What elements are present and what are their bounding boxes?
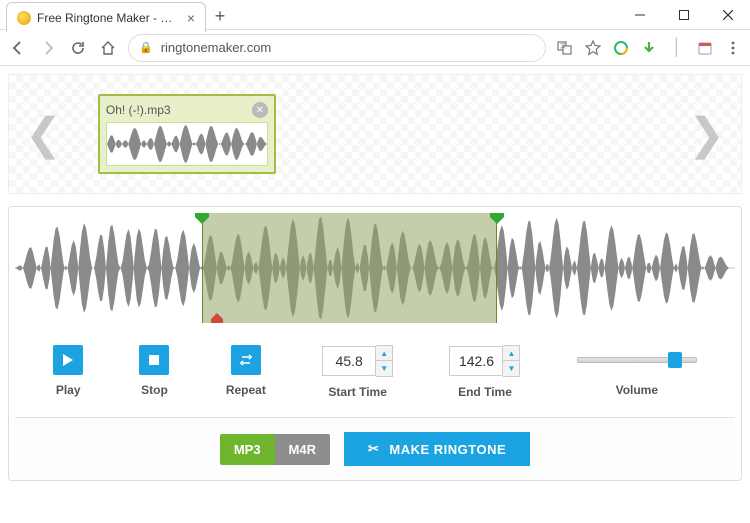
nav-back-button[interactable] xyxy=(8,38,28,58)
playhead-marker[interactable] xyxy=(211,313,223,323)
end-time-input[interactable]: ▲▼ xyxy=(449,345,520,377)
carousel-prev-button[interactable]: ❮ xyxy=(19,109,68,160)
play-label: Play xyxy=(56,383,81,397)
download-arrow-icon[interactable] xyxy=(640,39,658,57)
controls-row: Play Stop Repeat ▲▼ Start Time ▲▼ xyxy=(15,323,735,417)
waveform-area[interactable] xyxy=(15,213,735,323)
file-name: Oh! (-!).mp3 xyxy=(106,103,171,117)
volume-label: Volume xyxy=(616,383,658,397)
translate-icon[interactable]: 文 xyxy=(556,39,574,57)
browser-menu-button[interactable] xyxy=(724,39,742,57)
favicon xyxy=(17,11,31,25)
bookmark-star-icon[interactable] xyxy=(584,39,602,57)
file-carousel: ❮ Oh! (-!).mp3 ✕ ❯ xyxy=(8,74,742,194)
window-titlebar: Free Ringtone Maker - Make Yo × + xyxy=(0,0,750,30)
format-mp3-button[interactable]: MP3 xyxy=(220,434,275,465)
window-maximize-button[interactable] xyxy=(662,0,706,29)
format-m4r-button[interactable]: M4R xyxy=(275,434,330,465)
carousel-next-button[interactable]: ❯ xyxy=(682,109,731,160)
divider: │ xyxy=(668,39,686,57)
selection-region[interactable] xyxy=(202,213,497,323)
repeat-button[interactable] xyxy=(231,345,261,375)
lock-icon: 🔒 xyxy=(139,41,153,54)
file-card[interactable]: Oh! (-!).mp3 ✕ xyxy=(98,94,276,174)
volume-thumb[interactable] xyxy=(668,352,682,368)
nav-reload-button[interactable] xyxy=(68,38,88,58)
nav-forward-button[interactable] xyxy=(38,38,58,58)
stop-button[interactable] xyxy=(139,345,169,375)
output-bar: MP3 M4R ✂ MAKE RINGTONE xyxy=(15,417,735,480)
window-minimize-button[interactable] xyxy=(618,0,662,29)
url-text: ringtonemaker.com xyxy=(161,40,272,55)
tab-close-icon[interactable]: × xyxy=(187,10,195,26)
end-time-down[interactable]: ▼ xyxy=(503,361,519,376)
address-bar: 🔒 ringtonemaker.com 文 │ xyxy=(0,30,750,66)
file-remove-button[interactable]: ✕ xyxy=(252,102,268,118)
repeat-label: Repeat xyxy=(226,383,266,397)
start-time-down[interactable]: ▼ xyxy=(376,361,392,376)
selection-start-handle[interactable] xyxy=(195,213,209,224)
scissors-icon: ✂ xyxy=(368,441,379,457)
make-ringtone-label: MAKE RINGTONE xyxy=(389,442,506,457)
url-box[interactable]: 🔒 ringtonemaker.com xyxy=(128,34,546,62)
browser-tab[interactable]: Free Ringtone Maker - Make Yo × xyxy=(6,2,206,32)
end-time-up[interactable]: ▲ xyxy=(503,346,519,361)
start-time-label: Start Time xyxy=(328,385,386,399)
end-time-field[interactable] xyxy=(449,346,503,376)
start-time-input[interactable]: ▲▼ xyxy=(322,345,393,377)
svg-text:文: 文 xyxy=(560,42,566,50)
window-controls xyxy=(618,0,750,29)
start-time-up[interactable]: ▲ xyxy=(376,346,392,361)
extension-circle-icon[interactable] xyxy=(612,39,630,57)
volume-slider[interactable] xyxy=(577,345,697,375)
start-time-field[interactable] xyxy=(322,346,376,376)
window-close-button[interactable] xyxy=(706,0,750,29)
play-button[interactable] xyxy=(53,345,83,375)
editor-panel: Play Stop Repeat ▲▼ Start Time ▲▼ xyxy=(8,206,742,481)
tab-title: Free Ringtone Maker - Make Yo xyxy=(37,11,179,25)
stop-label: Stop xyxy=(141,383,168,397)
end-time-label: End Time xyxy=(458,385,512,399)
new-tab-button[interactable]: + xyxy=(206,2,234,30)
file-thumbnail-waveform xyxy=(106,122,268,166)
nav-home-button[interactable] xyxy=(98,38,118,58)
page-content: ❮ Oh! (-!).mp3 ✕ ❯ Play xyxy=(0,66,750,489)
format-toggle: MP3 M4R xyxy=(220,434,330,465)
extension-calendar-icon[interactable] xyxy=(696,39,714,57)
selection-end-handle[interactable] xyxy=(490,213,504,224)
make-ringtone-button[interactable]: ✂ MAKE RINGTONE xyxy=(344,432,530,466)
